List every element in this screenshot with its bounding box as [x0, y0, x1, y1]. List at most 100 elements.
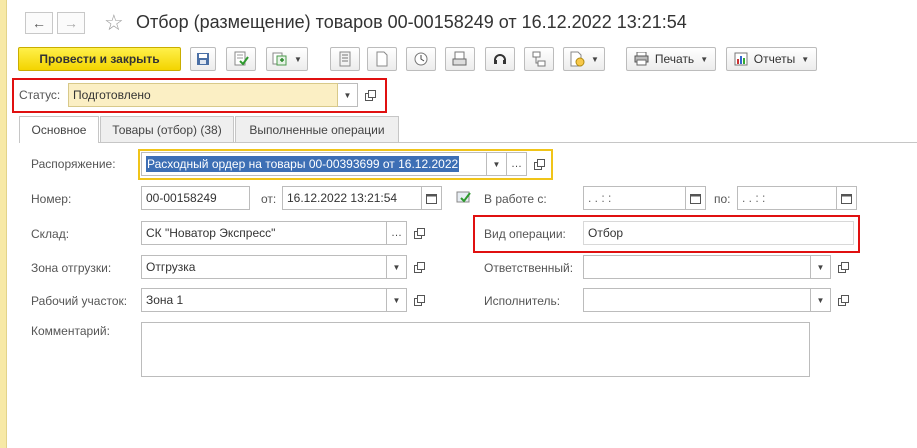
status-dropdown-button[interactable]: ▼: [338, 83, 358, 107]
tab-operations[interactable]: Выполненные операции: [235, 116, 399, 142]
order-select-button[interactable]: …: [507, 152, 527, 176]
shipping-zone-field[interactable]: Отгрузка: [141, 255, 387, 279]
status-field[interactable]: Подготовлено: [68, 83, 338, 107]
calendar-icon: [841, 193, 852, 204]
open-window-icon: [413, 294, 425, 306]
order-label: Распоряжение:: [31, 157, 116, 171]
date-calendar-button[interactable]: [422, 186, 442, 210]
order-dropdown-button[interactable]: ▼: [487, 152, 507, 176]
date-from-label: от:: [261, 192, 277, 206]
warehouse-label: Склад:: [31, 227, 70, 241]
post-button[interactable]: [226, 47, 256, 71]
reports-button[interactable]: Отчеты ▼: [726, 47, 817, 71]
executor-label: Исполнитель:: [484, 294, 561, 308]
posted-status-icon: [456, 190, 472, 207]
arrow-left-icon: ←: [32, 15, 46, 31]
chevron-down-icon: ▼: [801, 54, 810, 64]
tab-goods[interactable]: Товары (отбор) (38): [100, 116, 234, 142]
order-open-button[interactable]: [529, 152, 549, 176]
document-journal-button[interactable]: [330, 47, 360, 71]
executor-dropdown-button[interactable]: ▼: [811, 288, 831, 312]
post-and-close-button[interactable]: Провести и закрыть: [18, 47, 181, 71]
workplace-open-button[interactable]: [409, 288, 429, 312]
shipping-zone-label: Зона отгрузки:: [31, 261, 112, 275]
warehouse-field[interactable]: СК "Новатор Экспресс": [141, 221, 387, 245]
open-window-icon: [837, 294, 849, 306]
responsible-label: Ответственный:: [484, 261, 574, 275]
calendar-icon: [426, 193, 437, 204]
print-preview-button[interactable]: [445, 47, 475, 71]
create-based-on-button[interactable]: ▼: [266, 47, 308, 71]
open-window-icon: [533, 158, 545, 170]
to-field[interactable]: . . : :: [737, 186, 837, 210]
favorite-star-icon[interactable]: ☆: [104, 10, 124, 36]
chevron-down-icon: ▼: [392, 262, 401, 272]
executor-open-button[interactable]: [833, 288, 853, 312]
chevron-down-icon: ▼: [700, 54, 709, 64]
journal-icon: [339, 51, 351, 67]
responsible-field[interactable]: [583, 255, 811, 279]
print-button[interactable]: Печать ▼: [626, 47, 716, 71]
warehouse-open-button[interactable]: [409, 221, 429, 245]
in-work-field[interactable]: . . : :: [583, 186, 686, 210]
headset-icon: [494, 54, 506, 64]
operation-label: Вид операции:: [484, 227, 566, 241]
workplace-field[interactable]: Зона 1: [141, 288, 387, 312]
hierarchy-icon: [532, 51, 546, 67]
warehouse-select-button[interactable]: …: [387, 221, 407, 245]
calendar-icon: [690, 193, 701, 204]
comment-textarea[interactable]: [141, 322, 810, 377]
back-button[interactable]: ←: [25, 12, 53, 34]
comment-label: Комментарий:: [31, 324, 110, 338]
shipping-zone-dropdown-button[interactable]: ▼: [387, 255, 407, 279]
open-window-icon: [364, 89, 376, 101]
operation-field: Отбор: [583, 221, 854, 245]
forward-button[interactable]: →: [57, 12, 85, 34]
tab-divider: [19, 142, 917, 143]
page-title: Отбор (размещение) товаров 00-00158249 о…: [136, 12, 687, 32]
post-document-icon: [234, 51, 249, 66]
structure-button[interactable]: [524, 47, 554, 71]
print-document-icon: [452, 51, 467, 66]
responsible-open-button[interactable]: [833, 255, 853, 279]
to-label: по:: [714, 192, 731, 206]
print-button-label: Печать: [654, 52, 695, 66]
save-icon: [197, 53, 209, 65]
chevron-down-icon: ▼: [343, 90, 352, 100]
reports-button-label: Отчеты: [753, 52, 796, 66]
order-value: Расходный ордер на товары 00-00393699 от…: [146, 156, 460, 172]
save-button[interactable]: [190, 47, 216, 71]
document-icon: [376, 51, 388, 67]
in-work-calendar-button[interactable]: [686, 186, 706, 210]
date-field[interactable]: 16.12.2022 13:21:54: [282, 186, 422, 210]
responsible-dropdown-button[interactable]: ▼: [811, 255, 831, 279]
chevron-down-icon: ▼: [816, 295, 825, 305]
task-clock-icon: [570, 51, 585, 67]
open-window-icon: [413, 261, 425, 273]
chevron-down-icon: ▼: [816, 262, 825, 272]
create-based-on-icon: [272, 52, 287, 66]
workplace-dropdown-button[interactable]: ▼: [387, 288, 407, 312]
chevron-down-icon: ▼: [591, 54, 599, 64]
to-calendar-button[interactable]: [837, 186, 857, 210]
number-field[interactable]: 00-00158249: [141, 186, 250, 210]
executor-field[interactable]: [583, 288, 811, 312]
shipping-zone-open-button[interactable]: [409, 255, 429, 279]
report-icon: [734, 52, 748, 66]
status-open-button[interactable]: [360, 83, 380, 107]
status-label: Статус:: [19, 88, 61, 102]
order-field[interactable]: Расходный ордер на товары 00-00393699 от…: [141, 152, 487, 176]
chevron-down-icon: ▼: [492, 159, 501, 169]
history-button[interactable]: [406, 47, 436, 71]
tasks-button[interactable]: ▼: [563, 47, 605, 71]
number-label: Номер:: [31, 192, 72, 206]
printer-icon: [634, 52, 649, 66]
left-accent-bar: [0, 0, 7, 448]
chevron-down-icon: ▼: [294, 54, 302, 64]
chevron-down-icon: ▼: [392, 295, 401, 305]
support-button[interactable]: [485, 47, 515, 71]
document-structure-button[interactable]: [367, 47, 397, 71]
tab-main[interactable]: Основное: [19, 116, 99, 143]
open-window-icon: [837, 261, 849, 273]
arrow-right-icon: →: [64, 15, 78, 31]
